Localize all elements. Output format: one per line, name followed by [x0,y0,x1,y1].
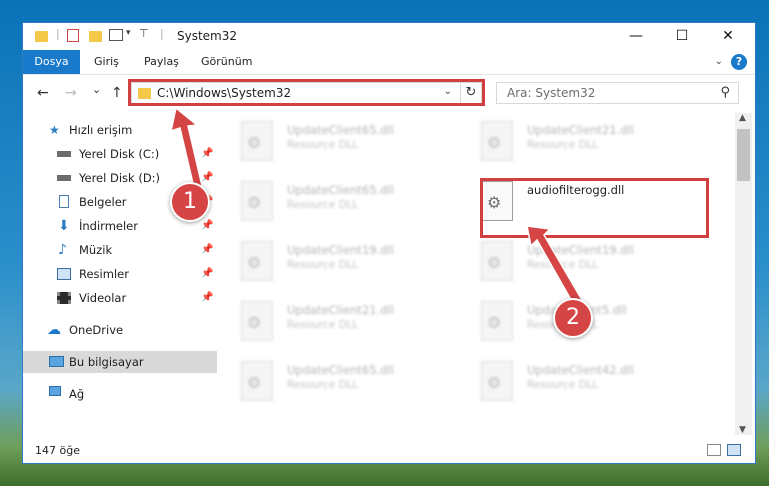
arrow-1 [169,106,204,193]
step-1-marker: 1 [170,182,210,222]
step-2-marker: 2 [553,298,593,338]
annotation-arrows [169,106,584,307]
arrow-2 [526,225,584,307]
